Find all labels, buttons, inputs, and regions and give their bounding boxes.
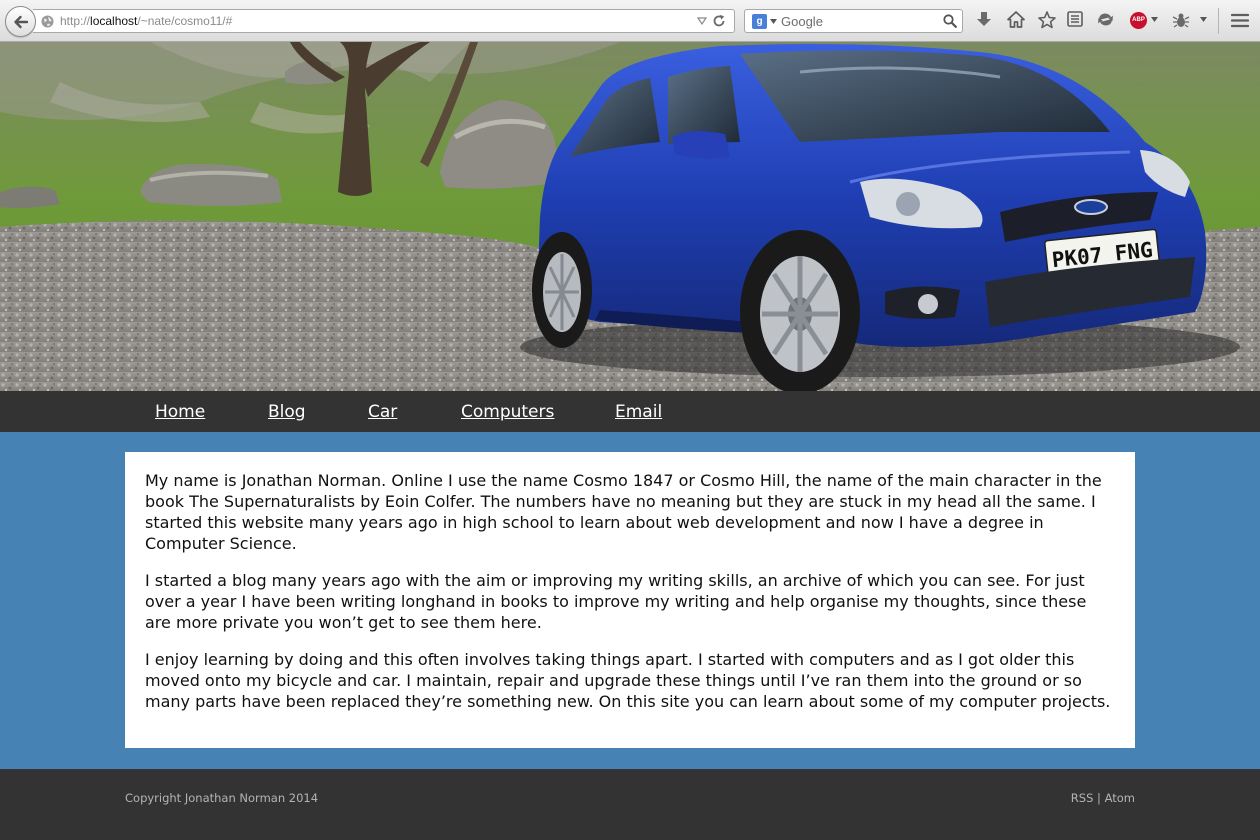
url-path: /~nate/cosmo11/#	[137, 14, 233, 28]
nav-item-computers[interactable]: Computers	[461, 402, 554, 422]
extension-dropdown-icon[interactable]	[1200, 17, 1207, 22]
search-input[interactable]: Google	[781, 14, 823, 29]
projects-paragraph: I enjoy learning by doing and this often…	[145, 650, 1111, 711]
bookmark-star-icon[interactable]	[1038, 11, 1056, 29]
blog-paragraph: I started a blog many years ago with the…	[145, 571, 1087, 632]
back-arrow-icon	[14, 15, 29, 29]
atom-link[interactable]: Atom	[1105, 791, 1135, 805]
globe-icon	[41, 15, 54, 28]
rss-link[interactable]: RSS	[1071, 791, 1094, 805]
footer: Copyright Jonathan Norman 2014 RSS | Ato…	[0, 769, 1260, 840]
front-wheel	[740, 230, 860, 391]
nav-item-blog[interactable]: Blog	[268, 402, 306, 422]
url-host: localhost	[90, 14, 138, 28]
google-logo-icon[interactable]: g	[752, 14, 767, 29]
search-bar[interactable]: g Google	[744, 9, 963, 33]
nav-item-home[interactable]: Home	[155, 402, 205, 422]
search-icon[interactable]	[943, 14, 957, 28]
nav-item-car[interactable]: Car	[368, 402, 397, 422]
nav-item-email[interactable]: Email	[615, 402, 662, 422]
url-scheme: http://	[60, 14, 91, 28]
intro-paragraph: My name is Jonathan Norman. Online I use…	[145, 471, 1102, 553]
url-bar[interactable]: http://localhost/~nate/cosmo11/#	[33, 9, 735, 33]
car-photo-illustration: PK07 FNG	[0, 42, 1260, 391]
reload-icon[interactable]	[712, 14, 726, 28]
adblock-icon[interactable]: ABP	[1130, 12, 1147, 29]
content-panel: My name is Jonathan Norman. Online I use…	[125, 452, 1135, 748]
search-engine-dropdown-icon[interactable]	[770, 19, 777, 24]
download-icon[interactable]	[976, 11, 992, 29]
url-history-dropdown-icon[interactable]	[697, 17, 707, 25]
url-text[interactable]: http://localhost/~nate/cosmo11/#	[60, 14, 232, 28]
adblock-dropdown-icon[interactable]	[1151, 17, 1158, 22]
feed-separator: |	[1097, 791, 1101, 805]
toolbar-separator	[1218, 8, 1219, 34]
feed-links: RSS | Atom	[1071, 791, 1135, 805]
header-image: PK07 FNG	[0, 42, 1260, 391]
main-nav: Home Blog Car Computers Email	[0, 391, 1260, 432]
sync-icon[interactable]	[1097, 11, 1114, 28]
back-button[interactable]	[5, 6, 36, 37]
extension-bug-icon[interactable]	[1172, 12, 1190, 29]
rear-wheel	[532, 232, 592, 348]
menu-hamburger-icon[interactable]	[1231, 13, 1249, 28]
browser-toolbar: http://localhost/~nate/cosmo11/# g Googl…	[0, 0, 1260, 42]
home-icon[interactable]	[1007, 11, 1025, 28]
bookmarks-list-icon[interactable]	[1067, 11, 1083, 27]
copyright-text: Copyright Jonathan Norman 2014	[125, 791, 319, 805]
